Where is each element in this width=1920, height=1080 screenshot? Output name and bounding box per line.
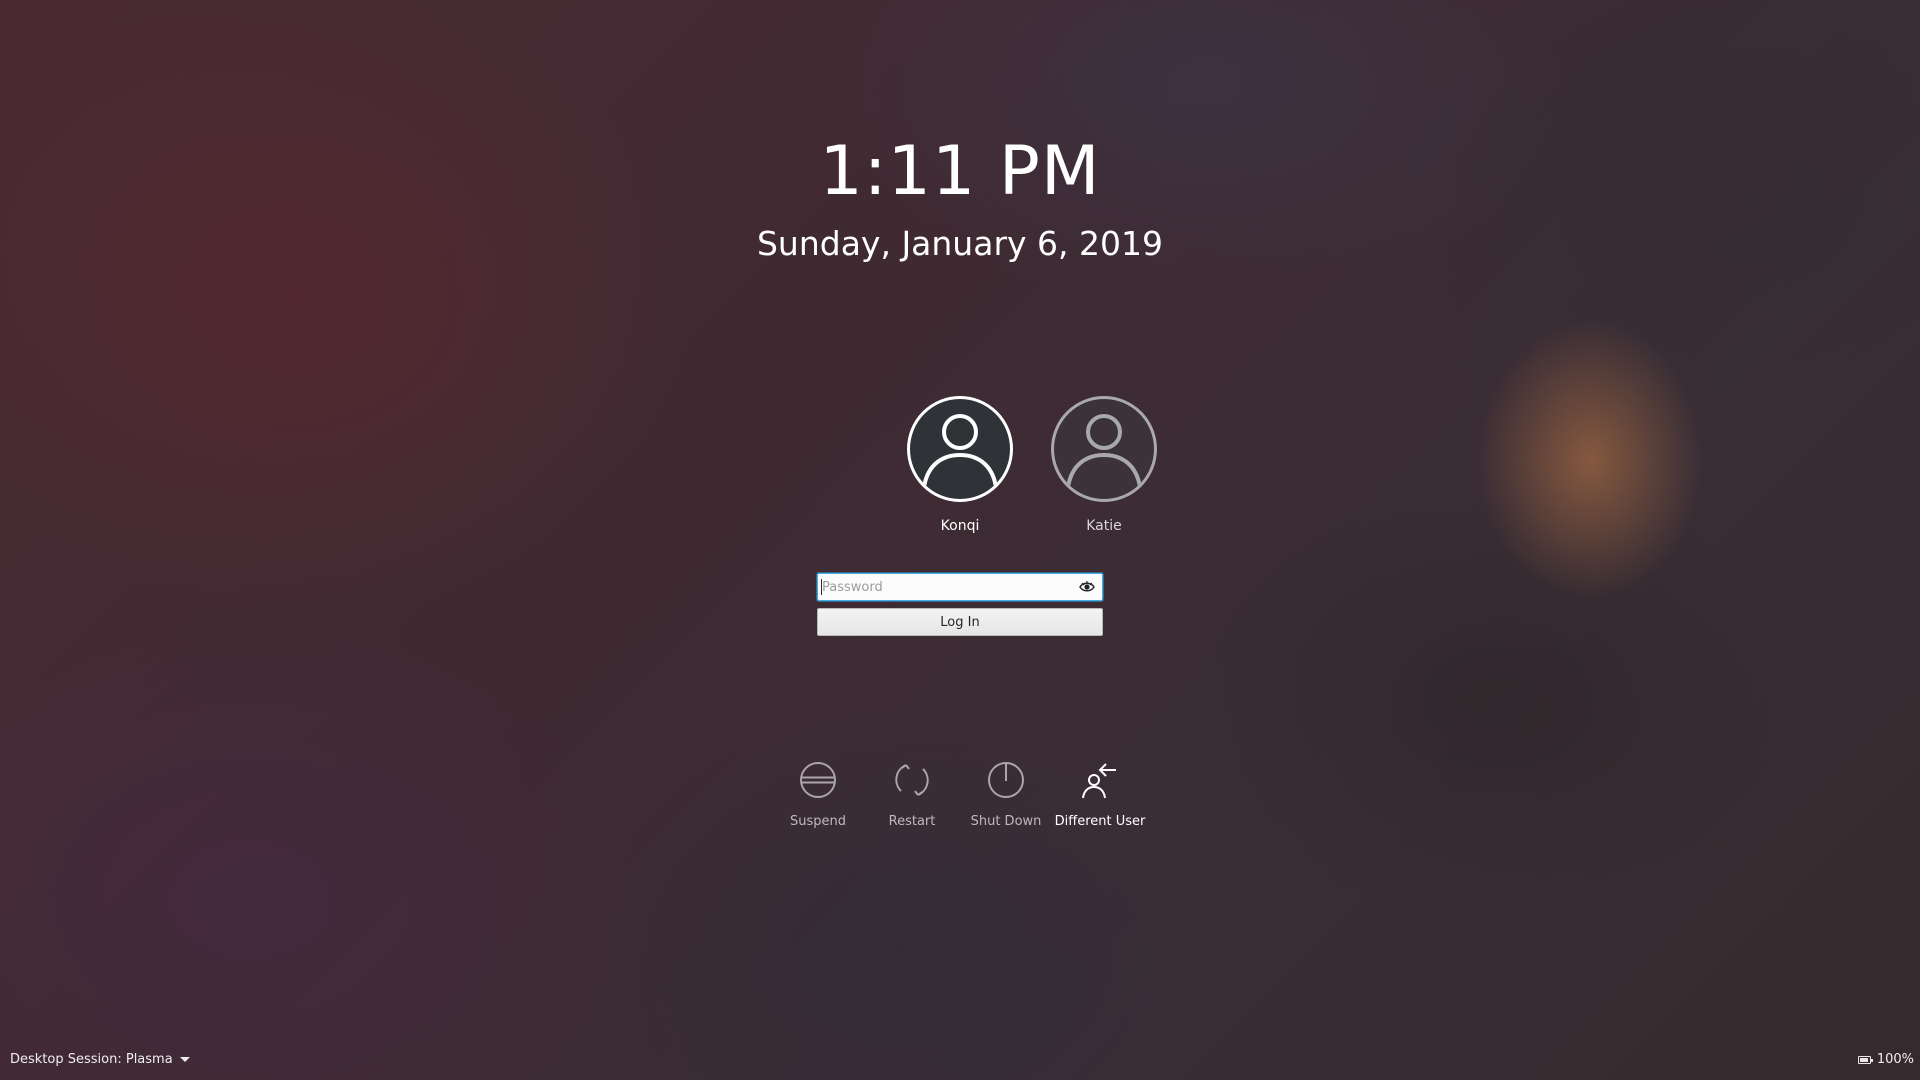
restart-icon bbox=[892, 760, 932, 800]
text-caret bbox=[821, 579, 822, 595]
user-name: Konqi bbox=[940, 518, 980, 534]
restart-button[interactable]: Restart bbox=[862, 760, 962, 829]
different-user-label: Different User bbox=[1054, 814, 1146, 829]
user-card-katie[interactable]: Katie bbox=[1034, 396, 1174, 534]
session-selector[interactable]: Desktop Session: Plasma bbox=[10, 1052, 190, 1067]
switch-user-icon bbox=[1080, 760, 1120, 800]
restart-label: Restart bbox=[888, 814, 936, 829]
session-label: Desktop Session: Plasma bbox=[10, 1052, 173, 1067]
battery-icon bbox=[1857, 1055, 1873, 1064]
user-card-konqi[interactable]: Konqi bbox=[890, 396, 1030, 534]
shutdown-button[interactable]: Shut Down bbox=[956, 760, 1056, 829]
battery-label: 100% bbox=[1876, 1052, 1914, 1067]
clock-time: 1:11 PM bbox=[819, 132, 1101, 211]
session-actions: Suspend Restart Shut Down Different User bbox=[0, 760, 1920, 840]
user-avatar-icon bbox=[1051, 396, 1157, 502]
login-button[interactable]: Log In bbox=[817, 608, 1103, 636]
suspend-label: Suspend bbox=[789, 814, 846, 829]
user-name: Katie bbox=[1086, 518, 1122, 534]
suspend-icon bbox=[798, 760, 838, 800]
shutdown-label: Shut Down bbox=[970, 814, 1042, 829]
different-user-button[interactable]: Different User bbox=[1050, 760, 1150, 829]
chevron-down-icon bbox=[179, 1057, 190, 1062]
password-field[interactable] bbox=[817, 573, 1103, 601]
suspend-button[interactable]: Suspend bbox=[768, 760, 868, 829]
eye-icon[interactable] bbox=[1079, 580, 1095, 594]
user-avatar-icon bbox=[907, 396, 1013, 502]
clock-date: Sunday, January 6, 2019 bbox=[756, 224, 1163, 263]
power-icon bbox=[986, 760, 1026, 800]
password-input[interactable] bbox=[822, 576, 1062, 598]
battery-indicator: 100% bbox=[1857, 1052, 1914, 1067]
